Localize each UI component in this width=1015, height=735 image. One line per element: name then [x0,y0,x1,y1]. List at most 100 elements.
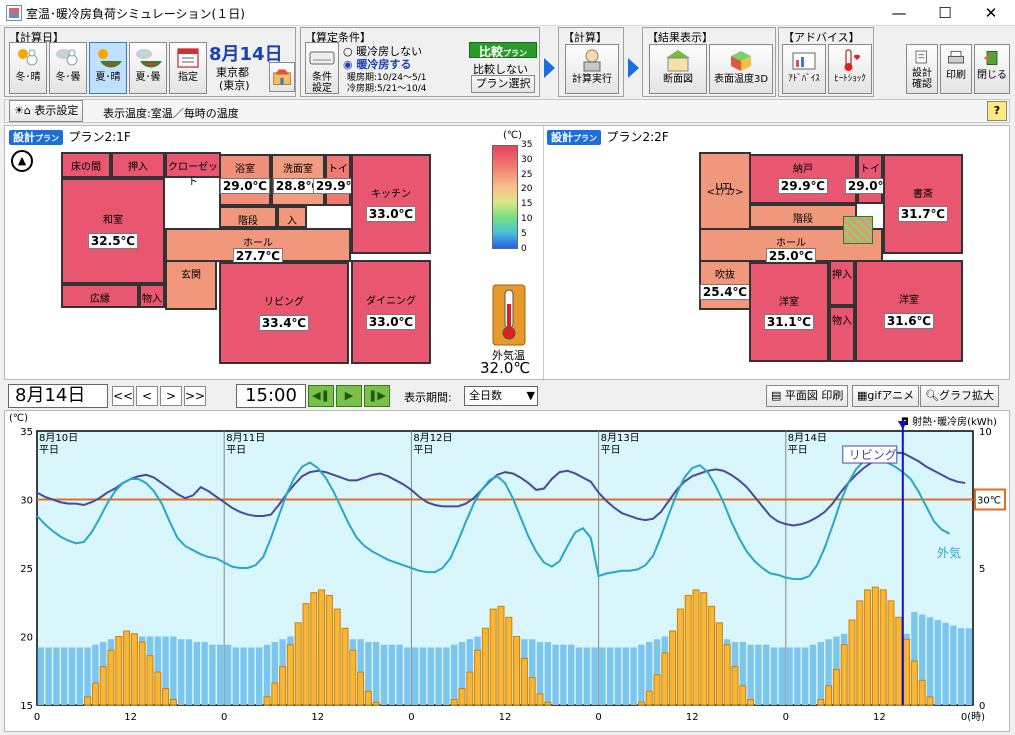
help-button[interactable]: ? [987,101,1007,121]
floor1-room-9[interactable]: 入 [277,206,307,228]
solar-bar [817,699,825,706]
cooling-bar [638,644,645,705]
nav-first-button[interactable]: << [112,386,134,406]
floor2-room-4[interactable]: 書斎 31.7℃ [883,154,963,254]
solar-bar [692,589,700,706]
calc-day-button-3[interactable]: 夏･曇 [129,42,167,94]
floor1-badge: 設計プラン [9,130,63,145]
period-select[interactable]: 全日数 ▼ [464,386,538,406]
advice-label: 【アドバイス】 [783,31,860,44]
calc-day-button-4[interactable]: 指定 [169,42,207,94]
floor1-room-label: 押入 [128,162,148,173]
time-bar: 8月14日 << < > >> 15:00 ◀❚ ▶ ❚▶ 表示期間: 全日数 ▼… [4,382,1010,410]
plan-select-button[interactable]: プラン選択 [471,75,535,93]
floor1-room-4[interactable]: 浴室 29.0℃ [219,154,271,206]
floor1-room-6[interactable]: トイレ29.9℃ [312,154,364,206]
design-check-button[interactable]: 設計 確認 [906,44,938,94]
floor1-room-1[interactable]: 押入 [111,152,165,178]
graph-zoom-button[interactable]: 🔍︎グラフ拡大 [920,385,999,407]
calc-day-button-label: 夏･曇 [135,72,161,83]
floor2-room-5[interactable]: 階段 [749,204,857,228]
outdoor-series-label: 外気 [937,545,961,560]
solar-bar [357,671,365,706]
step-forward-icon[interactable]: ❚▶ [364,385,390,407]
floor2-room-label: 洋室 [899,295,919,307]
nav-prev-button[interactable]: < [136,386,158,406]
advice-group: 【アドバイス】 ｱﾄﾞﾊﾞｲｽ ﾋｰﾄｼｮｯｸ [778,27,874,97]
floor2-badge: 設計プラン [547,130,601,145]
magnifier-icon: 🔍︎ [925,389,939,402]
calc-day-group: 【計算日】 冬･晴 冬･曇 夏･晴 夏･曇 指定 8月14日 東京都 (東京) [4,27,296,97]
calc-day-button-1[interactable]: 冬･曇 [49,42,87,94]
floor2-room-7[interactable]: 吹抜 25.4℃ [699,260,751,310]
floor2-room-10[interactable]: 物入 [829,306,855,362]
floor2-room-8[interactable]: 押入 [829,260,855,306]
floor1-room-8[interactable]: 階段 [219,206,277,228]
cooling-bar [950,625,957,705]
surface-temp-3d-button[interactable]: 表面温度3D [709,44,773,94]
solar-bar [520,657,528,706]
cooling-bar [942,622,949,705]
floor2-title: プラン2:2F [606,130,669,144]
floor1-room-12[interactable]: 物入 [139,284,165,308]
play-icon[interactable]: ▶ [336,385,362,407]
floor2-room-11[interactable]: 洋室 31.6℃ [855,260,963,362]
floor1-room-2[interactable]: クローゼット [165,152,221,188]
location-button[interactable] [269,62,295,92]
cooling-bar [193,641,200,705]
minimize-button[interactable]: — [876,0,922,26]
thermometer-icon [492,284,526,346]
date-display[interactable]: 8月14日 [8,384,108,408]
floor1-room-13[interactable]: 玄関 [165,260,217,310]
floor2-room-3[interactable]: トイレ29.0℃ [844,154,896,204]
solar-bar [325,594,333,706]
floor1-room-14[interactable]: リビング 33.4℃ [219,262,349,364]
floor1-room-11[interactable]: 広縁 [61,284,139,308]
floor2-room-2[interactable]: 納戸 29.9℃ [749,154,857,204]
time-display[interactable]: 15:00 [236,384,306,408]
condition-setting-label2: 設定 [312,83,332,94]
gif-icon: ▦ [857,389,868,402]
display-bar: ☀⌂ 表示設定 表示温度:室温／毎時の温度 ? [4,99,1010,123]
solar-bar [879,589,887,706]
scale-tick: 0 [521,243,527,254]
condition-setting-button[interactable]: 条件 設定 [305,42,339,94]
maximize-button[interactable]: ☐ [922,0,968,26]
day-date-label: 8月14日 [788,432,827,444]
floor1-room-0[interactable]: 床の間 [61,152,111,178]
gif-anime-button[interactable]: ▦gifアニメ [852,385,920,407]
floor1-room-3[interactable]: 和室 32.5℃ [61,178,165,284]
close-app-button[interactable]: 閉じる [974,44,1010,94]
close-window-button[interactable]: ✕ [968,0,1014,26]
calc-day-button-2[interactable]: 夏･晴 [89,42,127,94]
run-calc-button[interactable]: 計算実行 [565,44,619,94]
nav-last-button[interactable]: >> [184,386,206,406]
solar-bar [279,666,287,706]
display-setting-button[interactable]: ☀⌂ 表示設定 [9,100,84,122]
step-back-icon[interactable]: ◀❚ [308,385,334,407]
floor1-room-label: 和室 [103,214,123,226]
cooling-bar [614,647,622,705]
section-view-button[interactable]: 断面図 [649,44,707,94]
calc-day-button-0[interactable]: 冬･晴 [9,42,47,94]
period-select-value: 全日数 [469,389,502,402]
solar-bar [271,682,279,706]
floor2-room-9[interactable]: 洋室 31.1℃ [749,262,829,362]
floor1-room-label: ホール [243,238,273,249]
floor1-room-15[interactable]: ダイニング 33.0℃ [351,260,431,364]
heatshock-button[interactable]: ﾋｰﾄｼｮｯｸ [828,44,872,94]
app-icon [6,5,22,21]
cooling-bar [53,647,60,705]
floor1-room-7[interactable]: キッチン 33.0℃ [351,154,431,254]
advice-button[interactable]: ｱﾄﾞﾊﾞｲｽ [782,44,826,94]
print-plan-button[interactable]: ▤ 平面図 印刷 [766,385,849,407]
scale-tick: 15 [521,199,533,210]
floor1-room-10[interactable]: ホール 27.7℃ [165,228,351,264]
nav-next-button[interactable]: > [160,386,182,406]
solar-bar [536,693,544,706]
solar-bar [739,685,747,706]
floor2-room-temp: 31.6℃ [883,312,935,329]
display-setting-label: 表示設定 [34,104,79,117]
print-button[interactable]: 印刷 [940,44,972,94]
floor1-room-temp: 32.5℃ [87,233,139,250]
